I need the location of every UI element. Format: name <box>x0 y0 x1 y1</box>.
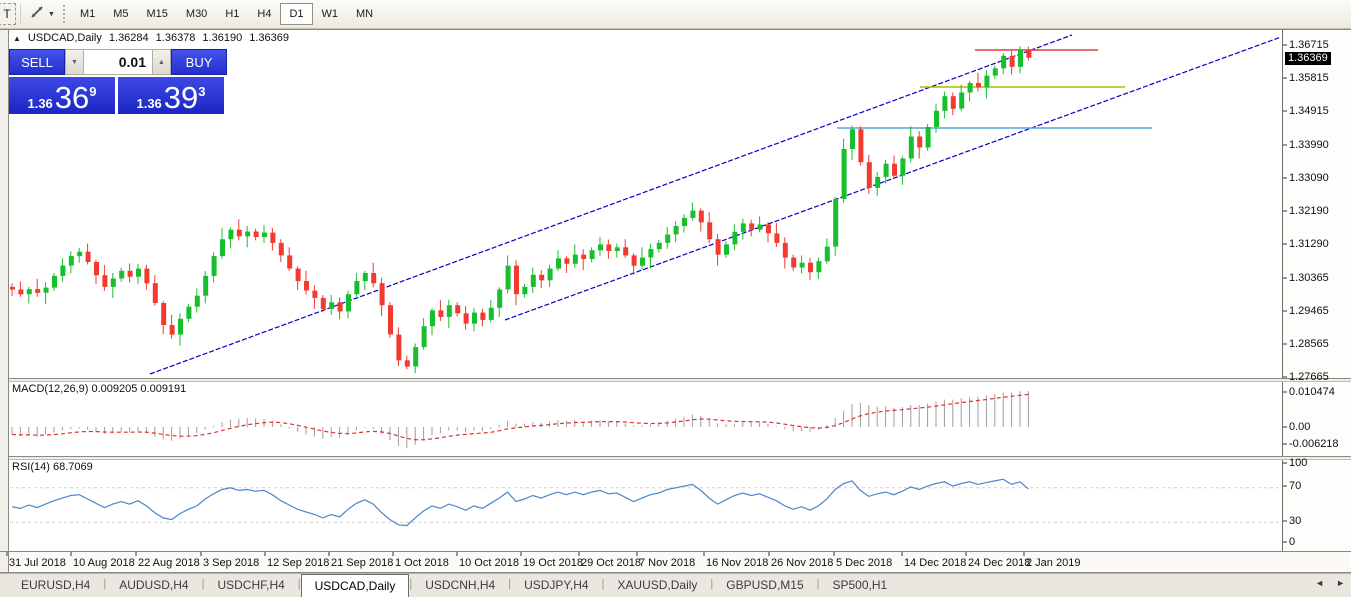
timeframe-button-h4[interactable]: H4 <box>248 3 280 25</box>
toolbar-grip[interactable] <box>62 5 65 23</box>
volume-decrease-button[interactable]: ▼ <box>64 49 84 75</box>
toolbar: T ▼ M1 M5 M15 M30 H1 H4 D1 W1 MN <box>0 0 1351 29</box>
timeframe-button-m15[interactable]: M15 <box>138 3 177 25</box>
price-axis-label: 1.33090 <box>1289 172 1329 184</box>
timeframe-button-m30[interactable]: M30 <box>177 3 216 25</box>
indicator-axis-label: 0.010474 <box>1289 386 1335 398</box>
quote-high: 1.36378 <box>155 32 196 44</box>
date-axis-label: 26 Nov 2018 <box>771 557 834 569</box>
date-axis-label: 3 Sep 2018 <box>203 557 260 569</box>
chart-tab-usdchf-h4[interactable]: USDCHF,H4 <box>204 574 297 597</box>
date-axis-label: 21 Sep 2018 <box>331 557 394 569</box>
price-axis-label: 1.32190 <box>1289 205 1329 217</box>
buy-price-sup: 3 <box>198 84 206 99</box>
macd-indicator-label: MACD(12,26,9) 0.009205 0.009191 <box>12 383 187 395</box>
price-axis-label: 1.35815 <box>1289 72 1329 84</box>
date-axis-label: 31 Jul 2018 <box>9 557 66 569</box>
price-axis-label: 1.27665 <box>1289 371 1329 383</box>
indicator-axis-label: -0.006218 <box>1289 438 1339 450</box>
chart-tab-sp500-h1[interactable]: SP500,H1 <box>820 574 901 597</box>
date-axis-label: 12 Sep 2018 <box>267 557 330 569</box>
price-axis-label: 1.28565 <box>1289 338 1329 350</box>
price-axis-label: 1.31290 <box>1289 238 1329 250</box>
chart-tab-eurusd-h4[interactable]: EURUSD,H4 <box>8 574 103 597</box>
date-axis-label: 7 Nov 2018 <box>639 557 696 569</box>
collapse-panel-icon[interactable]: ▲ <box>13 34 21 43</box>
timeframe-button-w1[interactable]: W1 <box>313 3 348 25</box>
quote-open: 1.36284 <box>108 32 149 44</box>
date-axis-label: 22 Aug 2018 <box>138 557 200 569</box>
toolbar-separator <box>20 4 21 24</box>
buy-button[interactable]: BUY <box>171 49 227 75</box>
one-click-trading-panel: SELL ▼ ▲ BUY 1.36 36 9 1.36 39 3 <box>9 49 227 114</box>
text-tool-button[interactable]: T <box>0 3 16 25</box>
date-axis-label: 1 Oct 2018 <box>395 557 449 569</box>
timeframe-button-d1[interactable]: D1 <box>280 3 313 25</box>
sell-price-sup: 9 <box>89 84 97 99</box>
price-axis-label: 1.33990 <box>1289 139 1329 151</box>
date-axis-label: 14 Dec 2018 <box>904 557 967 569</box>
sell-price-big: 36 <box>54 80 90 115</box>
buy-price-big: 39 <box>163 80 199 115</box>
spin-up-icon: ▲ <box>158 58 165 66</box>
price-axis-label: 1.29465 <box>1289 305 1329 317</box>
buy-price-base: 1.36 <box>136 96 162 111</box>
price-axis-label: 1.36715 <box>1289 39 1329 51</box>
chart-tab-usdcad-daily[interactable]: USDCAD,Daily <box>300 574 410 597</box>
date-axis-label: 16 Nov 2018 <box>706 557 769 569</box>
indicator-axis-label: 30 <box>1289 515 1302 527</box>
date-axis-label: 10 Oct 2018 <box>459 557 519 569</box>
sell-price-base: 1.36 <box>27 96 53 111</box>
chart-tab-usdjpy-h4[interactable]: USDJPY,H4 <box>511 574 601 597</box>
date-axis-label: 5 Dec 2018 <box>836 557 893 569</box>
chart-tab-usdcnh-h4[interactable]: USDCNH,H4 <box>412 574 508 597</box>
sell-price-panel[interactable]: 1.36 36 9 <box>9 77 115 114</box>
indicator-axis-label: 100 <box>1289 457 1308 469</box>
indicator-axis-label: 0.00 <box>1289 421 1311 433</box>
panel-divider-gap <box>9 379 1351 382</box>
date-axis-label: 2 Jan 2019 <box>1026 557 1081 569</box>
sell-button[interactable]: SELL <box>9 49 65 75</box>
chart-tab-bar: EURUSD,H4 | AUDUSD,H4 | USDCHF,H4 | USDCAD,Dai… <box>0 573 1351 597</box>
price-axis-label: 1.34915 <box>1289 105 1329 117</box>
buy-price-panel[interactable]: 1.36 39 3 <box>118 77 224 114</box>
chart-symbol-label: USDCAD,Daily <box>27 32 102 44</box>
timeframe-button-mn[interactable]: MN <box>347 3 382 25</box>
rsi-indicator-label: RSI(14) 68.7069 <box>12 461 93 473</box>
tab-scroll-right-icon[interactable]: ► <box>1336 578 1345 588</box>
date-axis-label: 19 Oct 2018 <box>523 557 583 569</box>
volume-input[interactable] <box>84 49 152 75</box>
date-axis-label: 29 Oct 2018 <box>581 557 641 569</box>
date-axis-label: 24 Dec 2018 <box>968 557 1031 569</box>
indicator-axis-label: 70 <box>1289 480 1302 492</box>
indicator-axis-label: 0 <box>1289 536 1296 548</box>
quote-close: 1.36369 <box>249 32 289 44</box>
chart-tab-audusd-h4[interactable]: AUDUSD,H4 <box>106 574 201 597</box>
timeframe-button-m1[interactable]: M1 <box>71 3 104 25</box>
timeframe-button-m5[interactable]: M5 <box>104 3 137 25</box>
timeframe-buttons: M1 M5 M15 M30 H1 H4 D1 W1 MN <box>71 3 382 25</box>
date-axis-label: 10 Aug 2018 <box>73 557 135 569</box>
arrow-objects-button[interactable]: ▼ <box>25 3 59 25</box>
spin-down-icon: ▼ <box>71 58 78 66</box>
tab-scroll-left-icon[interactable]: ◄ <box>1315 578 1324 588</box>
price-axis-label: 1.30365 <box>1289 272 1329 284</box>
timeframe-button-h1[interactable]: H1 <box>216 3 248 25</box>
crossed-arrows-icon <box>29 4 45 25</box>
quote-low: 1.36190 <box>202 32 243 44</box>
panel-divider-gap <box>9 457 1351 460</box>
chevron-down-icon: ▼ <box>48 10 55 18</box>
current-price-badge: 1.36369 <box>1285 52 1331 65</box>
chart-title: ▲ USDCAD,Daily 1.36284 1.36378 1.36190 1… <box>13 32 289 44</box>
chart-tab-xauusd-daily[interactable]: XAUUSD,Daily <box>604 574 710 597</box>
volume-increase-button[interactable]: ▲ <box>152 49 172 75</box>
chart-tab-gbpusd-m15[interactable]: GBPUSD,M15 <box>713 574 816 597</box>
